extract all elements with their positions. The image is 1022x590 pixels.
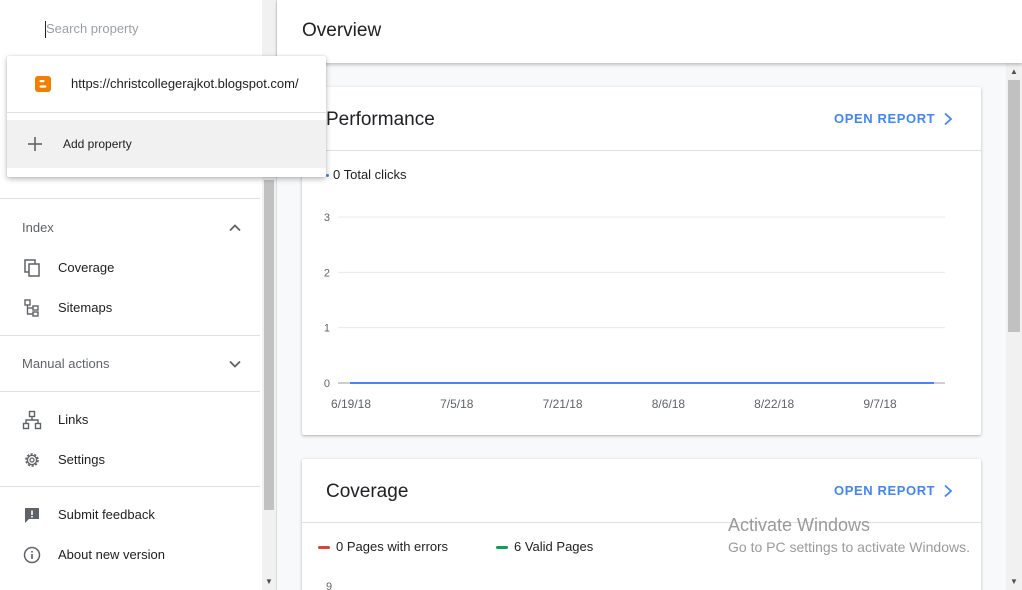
links-icon <box>22 410 42 430</box>
search-placeholder: Search property <box>46 21 139 36</box>
x-tick-label: 8/6/18 <box>652 397 686 411</box>
divider <box>0 486 260 487</box>
feedback-icon <box>25 508 39 523</box>
menu-item-property[interactable]: https://christcollegerajkot.blogspot.com… <box>7 56 326 112</box>
card-divider <box>302 522 981 523</box>
performance-chart: 0 1 2 3 6/19/18 7/5/18 7/21/18 8/6/18 8/22/18 9/7… <box>324 212 945 411</box>
y-tick-label: 9 <box>326 581 333 590</box>
card-title: Coverage <box>326 481 409 502</box>
sidebar-item-label: Coverage <box>58 260 115 275</box>
y-tick-label: 0 <box>324 378 330 390</box>
chevron-down-icon[interactable] <box>228 357 242 371</box>
y-tick-label: 2 <box>324 267 330 279</box>
sidebar-item-partial[interactable] <box>0 575 260 590</box>
card-title: Performance <box>326 109 435 130</box>
sidebar-item-label: About new version <box>58 547 165 562</box>
legend-swatch-valid <box>496 546 508 550</box>
sidebar-item-label: Submit feedback <box>58 507 155 522</box>
legend-errors: 0 Pages with errors <box>318 539 448 554</box>
main-scrollbar-thumb[interactable] <box>1008 80 1020 332</box>
chevron-right-icon[interactable] <box>942 484 954 498</box>
section-header-manual-actions: Manual actions <box>22 356 110 371</box>
legend-label: 6 Valid Pages <box>514 539 594 554</box>
legend-swatch-errors <box>318 546 330 550</box>
doc-icon <box>22 585 42 590</box>
sidebar-item-label: Sitemaps <box>58 300 113 315</box>
open-report-button[interactable]: OPEN REPORT <box>834 111 935 126</box>
sidebar-item-sitemaps[interactable]: Sitemaps <box>0 288 260 328</box>
legend-valid: 6 Valid Pages <box>496 539 593 554</box>
y-tick-label: 1 <box>324 323 330 335</box>
property-menu: https://christcollegerajkot.blogspot.com… <box>7 56 326 177</box>
sidebar-item-links[interactable]: Links <box>0 400 260 440</box>
sidebar-item-label: Links <box>58 412 89 427</box>
menu-divider <box>7 112 326 113</box>
sidebar-item-settings[interactable]: Settings <box>0 440 260 480</box>
x-tick-label: 7/21/18 <box>543 397 583 411</box>
page-title: Overview <box>302 20 382 41</box>
plus-icon <box>28 137 42 151</box>
search-input[interactable]: Search property <box>0 0 262 60</box>
x-tick-label: 6/19/18 <box>331 397 371 411</box>
add-property-button[interactable]: Add property <box>7 120 326 168</box>
legend-label: 0 Pages with errors <box>336 539 448 554</box>
y-tick-label: 3 <box>324 212 330 224</box>
divider <box>0 198 260 199</box>
chevron-up-icon[interactable] <box>228 221 242 235</box>
sidebar-item-label: Settings <box>58 452 105 467</box>
sidebar-scrollbar-thumb[interactable] <box>264 180 274 510</box>
legend-swatch <box>326 174 329 178</box>
open-report-button[interactable]: OPEN REPORT <box>834 483 935 498</box>
sidebar-item-about[interactable]: About new version <box>0 535 260 575</box>
property-url: https://christcollegerajkot.blogspot.com… <box>71 76 299 91</box>
legend-total-clicks: 0 Total clicks <box>326 167 406 182</box>
coverage-card: Coverage OPEN REPORT 0 Pages with errors… <box>302 459 981 590</box>
section-header-index: Index <box>22 220 54 235</box>
chevron-right-icon[interactable] <box>942 112 954 126</box>
divider <box>0 335 260 336</box>
copy-icon <box>24 259 40 277</box>
x-tick-label: 9/7/18 <box>863 397 897 411</box>
card-divider <box>302 150 981 151</box>
sidebar-item-coverage[interactable]: Coverage <box>0 248 260 288</box>
blogger-icon <box>35 76 51 92</box>
top-bar: Overview <box>277 0 1022 63</box>
x-tick-label: 8/22/18 <box>754 397 794 411</box>
x-tick-label: 7/5/18 <box>440 397 474 411</box>
divider <box>0 391 260 392</box>
info-icon <box>23 546 41 564</box>
main-content: Overview Performance OPEN REPORT 0 Total… <box>277 0 1022 590</box>
add-property-label: Add property <box>63 137 132 151</box>
sidebar-item-feedback[interactable]: Submit feedback <box>0 495 260 535</box>
scroll-down-arrow-icon[interactable]: ▼ <box>1008 576 1020 588</box>
scroll-down-arrow-icon[interactable]: ▼ <box>263 576 275 588</box>
performance-card: Performance OPEN REPORT 0 Total clicks 0… <box>302 87 981 435</box>
scroll-up-arrow-icon[interactable]: ▲ <box>1008 66 1020 78</box>
gear-icon <box>25 453 39 467</box>
legend-label: 0 Total clicks <box>333 167 407 182</box>
sitemap-icon <box>24 299 39 317</box>
blogger-glyph <box>39 80 47 88</box>
